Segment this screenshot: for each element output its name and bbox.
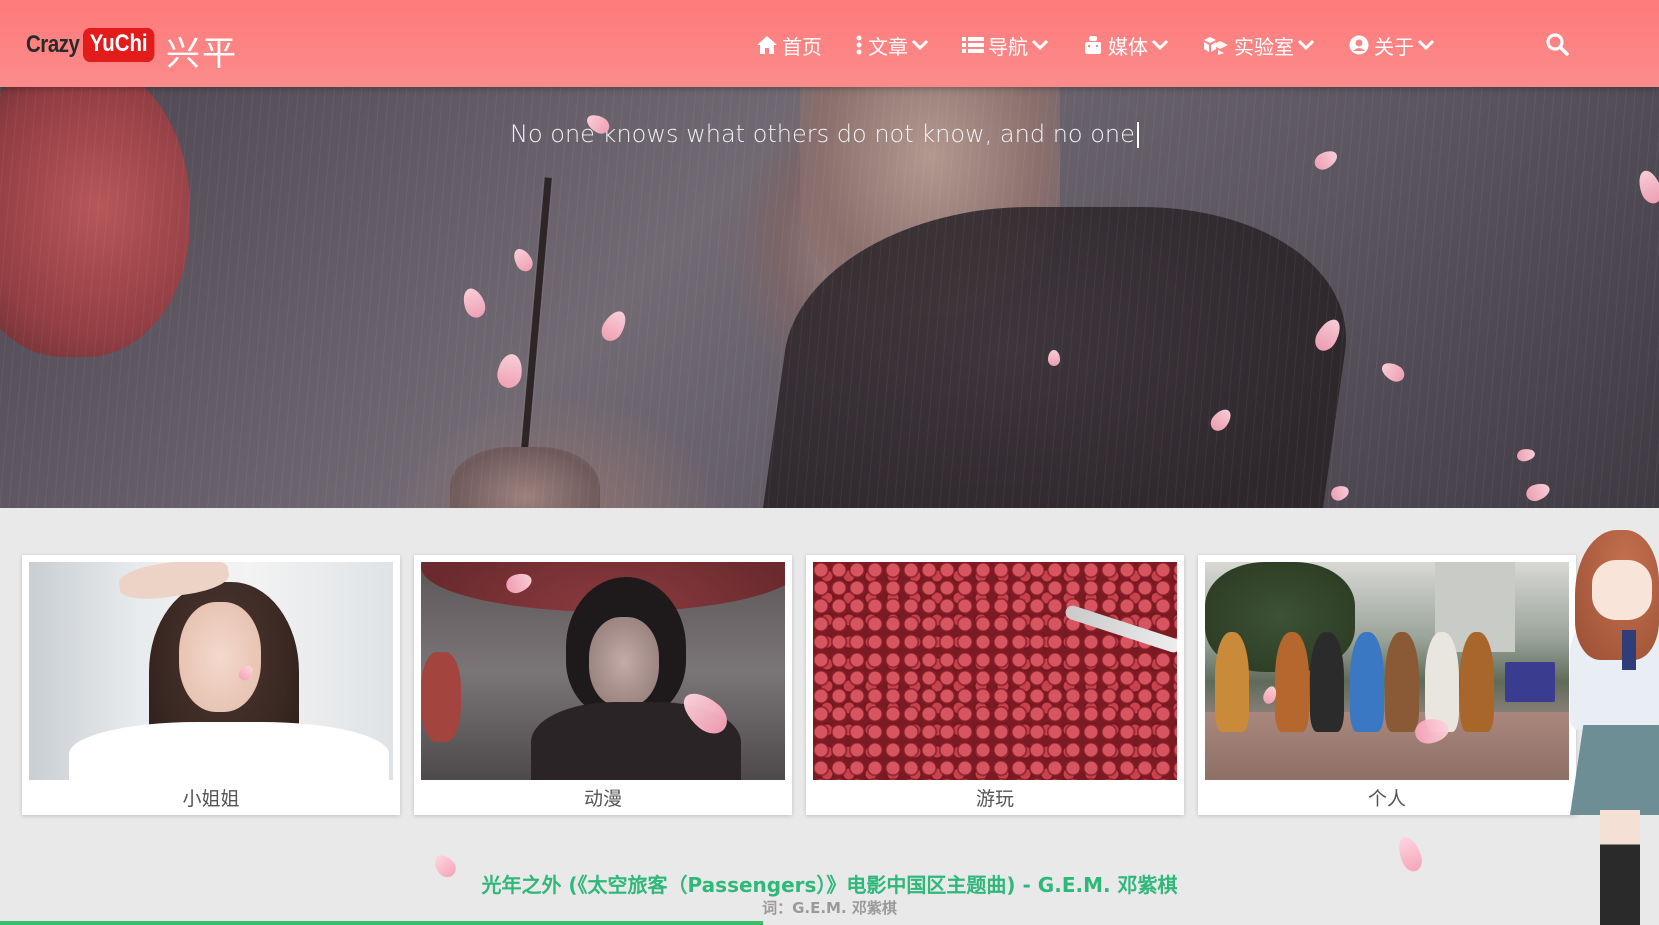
now-playing-lyric: 词：G.E.M. 邓紫棋 xyxy=(762,899,897,917)
category-label[interactable]: 动漫 xyxy=(421,785,785,813)
nav-label-navigation: 导航 xyxy=(988,34,1028,59)
category-label[interactable]: 游玩 xyxy=(813,785,1177,813)
photo-mascot xyxy=(1425,632,1459,732)
photo-sign xyxy=(1505,662,1555,702)
ellipsis-vertical-icon xyxy=(854,34,864,56)
photo-mascot xyxy=(1310,632,1344,732)
chevron-down-icon xyxy=(1298,36,1316,54)
category-card-personal[interactable]: 个人 xyxy=(1198,555,1576,815)
nav-label-lab: 实验室 xyxy=(1234,34,1294,59)
search-icon[interactable] xyxy=(1545,32,1571,58)
photo-mascot xyxy=(1350,632,1384,732)
nav-item-navigation[interactable]: 导航 xyxy=(962,30,1050,60)
category-card-travel[interactable]: 游玩 xyxy=(806,555,1184,815)
typing-cursor xyxy=(1136,122,1139,148)
category-label[interactable]: 小姐姐 xyxy=(29,785,393,813)
category-image-personal[interactable] xyxy=(1205,562,1569,780)
category-cards: 小姐姐 动漫 游玩 个人 xyxy=(22,555,1576,815)
user-circle-icon xyxy=(1348,34,1370,56)
media-icon xyxy=(1082,34,1104,56)
logo-yuchi-badge: YuChi xyxy=(82,28,155,62)
sakura-petal xyxy=(1048,350,1060,366)
category-card-young-ladies[interactable]: 小姐姐 xyxy=(22,555,400,815)
nav-label-home: 首页 xyxy=(782,34,822,59)
home-icon xyxy=(756,34,778,56)
main-nav: 首页 文章 导航 媒体 实验室 关于 xyxy=(756,30,1468,60)
photo-lantern xyxy=(421,652,461,742)
photo-mascot xyxy=(1385,632,1419,732)
hero-rain-overlay xyxy=(0,87,1659,508)
now-playing-title[interactable]: 光年之外 (《太空旅客（Passengers）》电影中国区主题曲) - G.E.… xyxy=(0,869,1659,898)
top-navbar: Crazy YuChi 兴平 首页 文章 导航 媒体 实验室 关于 xyxy=(0,0,1659,87)
live2d-character[interactable] xyxy=(1570,530,1659,925)
nav-item-about[interactable]: 关于 xyxy=(1348,30,1436,60)
site-logo[interactable]: Crazy YuChi xyxy=(26,25,167,65)
nav-item-home[interactable]: 首页 xyxy=(756,30,822,60)
category-card-anime[interactable]: 动漫 xyxy=(414,555,792,815)
category-image-travel[interactable] xyxy=(813,562,1177,780)
category-image-young-ladies[interactable] xyxy=(29,562,393,780)
photo-mascot xyxy=(1460,632,1494,732)
nav-label-articles: 文章 xyxy=(868,34,908,59)
nav-item-articles[interactable]: 文章 xyxy=(854,30,930,60)
cubes-icon xyxy=(1202,34,1230,56)
character-skirt xyxy=(1570,725,1659,815)
chevron-down-icon xyxy=(912,36,930,54)
list-icon xyxy=(962,34,984,56)
chevron-down-icon xyxy=(1032,36,1050,54)
site-name[interactable]: 兴平 xyxy=(166,26,238,75)
nav-item-lab[interactable]: 实验室 xyxy=(1202,30,1316,60)
photo-face xyxy=(179,602,261,712)
photo-shirt xyxy=(69,722,389,780)
category-label[interactable]: 个人 xyxy=(1205,785,1569,813)
photo-mascot xyxy=(1215,632,1249,732)
nav-label-media: 媒体 xyxy=(1108,34,1148,59)
chevron-down-icon xyxy=(1418,36,1436,54)
character-face xyxy=(1592,560,1652,620)
chevron-down-icon xyxy=(1152,36,1170,54)
category-image-anime[interactable] xyxy=(421,562,785,780)
character-tie xyxy=(1622,630,1636,670)
photo-spoon xyxy=(1063,603,1177,655)
music-progress-bar[interactable] xyxy=(0,921,764,925)
nav-item-media[interactable]: 媒体 xyxy=(1082,30,1170,60)
photo-face xyxy=(589,617,659,707)
logo-crazy-text: Crazy xyxy=(26,31,80,58)
hero-banner: No one knows what others do not know, an… xyxy=(0,87,1659,508)
nav-label-about: 关于 xyxy=(1374,34,1414,59)
photo-mascot xyxy=(1275,632,1309,732)
